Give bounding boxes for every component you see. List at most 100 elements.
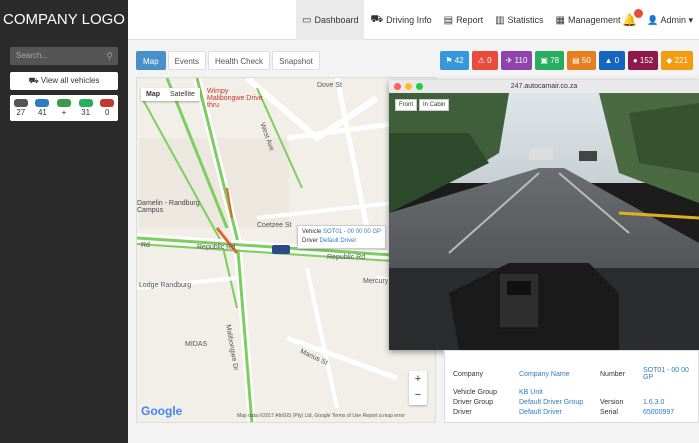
badge-icon: ● — [632, 56, 638, 65]
user-icon: 👤 — [647, 14, 659, 25]
status-idle[interactable]: 31 — [78, 99, 93, 117]
nav-report-label: Report — [456, 15, 484, 25]
car-icon: ⛟ — [28, 76, 39, 85]
main-nav: ▭ Dashboard ⛟ Driving Info ▤ Report ▥ Statis… — [296, 0, 627, 40]
map-type-map[interactable]: Map — [141, 88, 165, 101]
map-attribution[interactable]: Map data ©2017 AfriGIS (Pty) Ltd, Google… — [237, 413, 405, 419]
version-value: 1.6.3.0 — [643, 399, 665, 406]
vehicle-popup: Vehicle SOT01 - 00 00 00 GP Driver Defau… — [297, 225, 387, 249]
map-label-rd: Rd — [141, 242, 150, 249]
event-badge[interactable]: ▤ 50 — [567, 51, 596, 70]
event-badge[interactable]: ▣ 78 — [535, 51, 565, 70]
event-badge[interactable]: ⚠ 0 — [471, 51, 498, 70]
vehicle-group-label: Vehicle Group — [453, 389, 497, 396]
window-controls — [394, 83, 423, 90]
monitor-icon: ▭ — [302, 14, 312, 26]
map-label-wimpy: Wimpy Malibongwe Drive thru — [207, 88, 263, 109]
vehicle-group-value[interactable]: KB Unit — [519, 389, 543, 396]
user-menu[interactable]: 👤 Admin ▾ — [647, 15, 693, 26]
badge-icon: ⚑ — [445, 56, 453, 65]
tab-map[interactable]: Map — [136, 51, 166, 70]
zoom-in-button[interactable]: + — [409, 371, 427, 387]
zoom-out-button[interactable]: − — [409, 387, 427, 403]
serial-label: Serial — [600, 409, 618, 416]
view-all-vehicles-button[interactable]: ⛟ View all vehicles — [10, 72, 118, 90]
user-name: Admin — [660, 14, 686, 25]
map-label-campus: Damelin - Randburg Campus — [137, 200, 200, 214]
map-label-dove: Dove St — [317, 82, 342, 89]
badge-count: 42 — [454, 56, 464, 65]
popup-driver-value[interactable]: Default Driver — [320, 238, 357, 244]
driver-value[interactable]: Default Driver — [519, 409, 562, 416]
nav-management[interactable]: ▦ Management — [550, 0, 627, 40]
map-type-toggle: Map Satellite — [141, 88, 200, 101]
badge-icon: ▲ — [604, 56, 613, 65]
vehicle-marker[interactable] — [272, 245, 290, 254]
map-type-satellite[interactable]: Satellite — [165, 88, 200, 101]
nav-report[interactable]: ▤ Report — [438, 0, 489, 40]
camera-tab-in-cabin[interactable]: In Cabin — [419, 99, 450, 111]
map-label-mercury: Mercury — [363, 278, 389, 285]
popup-vehicle-row: Vehicle SOT01 - 00 00 00 GP — [302, 228, 381, 237]
driver-group-value[interactable]: Default Driver Group — [519, 399, 583, 406]
road-scene-image — [389, 93, 699, 350]
maximize-window-button[interactable] — [416, 83, 423, 90]
tab-events[interactable]: Events — [167, 51, 207, 70]
google-logo: Google — [141, 404, 183, 418]
badge-count: 110 — [514, 56, 528, 65]
status-parked[interactable]: 27 — [13, 99, 28, 117]
event-badge[interactable]: ✈ 110 — [500, 51, 533, 70]
nav-statistics[interactable]: ▥ Statistics — [489, 0, 549, 40]
search-icon: ⚲ — [106, 51, 113, 61]
vehicle-info-panel: Company Company Name Number SOT01 - 00 0… — [444, 350, 699, 423]
close-window-button[interactable] — [394, 83, 401, 90]
company-value[interactable]: Company Name — [519, 371, 570, 378]
minimize-window-button[interactable] — [405, 83, 412, 90]
badge-count: 0 — [487, 56, 492, 65]
status-idle-count: 31 — [81, 108, 91, 117]
badge-icon: ▤ — [572, 56, 580, 65]
search-input[interactable]: Search... ⚲ — [10, 47, 118, 65]
map-label-coetzee: Coetzee St — [257, 222, 292, 229]
event-badge[interactable]: ● 152 — [627, 51, 659, 70]
popup-vehicle-value[interactable]: SOT01 - 00 00 00 GP — [323, 229, 381, 235]
camera-title-bar: 247.autocamair.co.za — [389, 80, 699, 93]
map-label-republic-1: Republic Rd — [197, 244, 236, 251]
camera-tab-front[interactable]: Front — [395, 99, 418, 111]
driver-group-label: Driver Group — [453, 399, 494, 406]
status-driving[interactable]: + — [56, 99, 71, 117]
event-badge[interactable]: ⚑ 42 — [440, 51, 469, 70]
map-label-republic-2: Republic Rd — [327, 254, 366, 261]
event-badge[interactable]: ▲ 0 — [598, 51, 625, 70]
badge-icon: ⚠ — [477, 56, 485, 65]
grid-icon: ▦ — [555, 14, 565, 26]
badge-icon: ◆ — [666, 56, 673, 65]
top-bar: COMPANY LOGO ▭ Dashboard ⛟ Driving Info ▤ R… — [0, 0, 699, 40]
bar-chart-icon: ▥ — [495, 14, 505, 26]
document-icon: ▤ — [443, 14, 454, 26]
map-label-midas: MIDAS — [185, 341, 208, 348]
tab-snapshot[interactable]: Snapshot — [272, 51, 320, 70]
alert-car-icon — [100, 99, 115, 107]
badge-count: 50 — [581, 56, 591, 65]
camera-feed: Front In Cabin — [389, 93, 699, 350]
status-alert[interactable]: 0 — [100, 99, 115, 117]
header-tools: 🔔 👤 Admin ▾ — [622, 0, 693, 40]
number-value[interactable]: SOT01 - 00 00 GP — [643, 367, 698, 381]
event-badge[interactable]: ◆ 221 — [661, 51, 693, 70]
bell-icon[interactable]: 🔔 — [622, 9, 644, 27]
idle-car-icon — [78, 99, 93, 107]
vehicle-status-panel: 27 41 + 31 0 — [10, 95, 118, 121]
camera-window: 247.autocamair.co.za Front In Cabin — [389, 80, 699, 350]
status-alert-count: 0 — [104, 108, 110, 117]
status-driving-count: + — [61, 108, 67, 117]
car-icon: ⛟ — [370, 13, 384, 25]
popup-driver-row: Driver Default Driver — [302, 237, 381, 246]
parked-car-icon — [13, 99, 28, 107]
view-tabs: Map Events Health Check Snapshot — [136, 51, 320, 70]
status-online[interactable]: 41 — [35, 99, 50, 117]
sidebar: Search... ⚲ ⛟ View all vehicles 27 41 + 3… — [0, 40, 128, 443]
nav-driving-info[interactable]: ⛟ Driving Info — [364, 0, 437, 40]
nav-dashboard[interactable]: ▭ Dashboard — [296, 0, 365, 40]
tab-health-check[interactable]: Health Check — [208, 51, 271, 70]
